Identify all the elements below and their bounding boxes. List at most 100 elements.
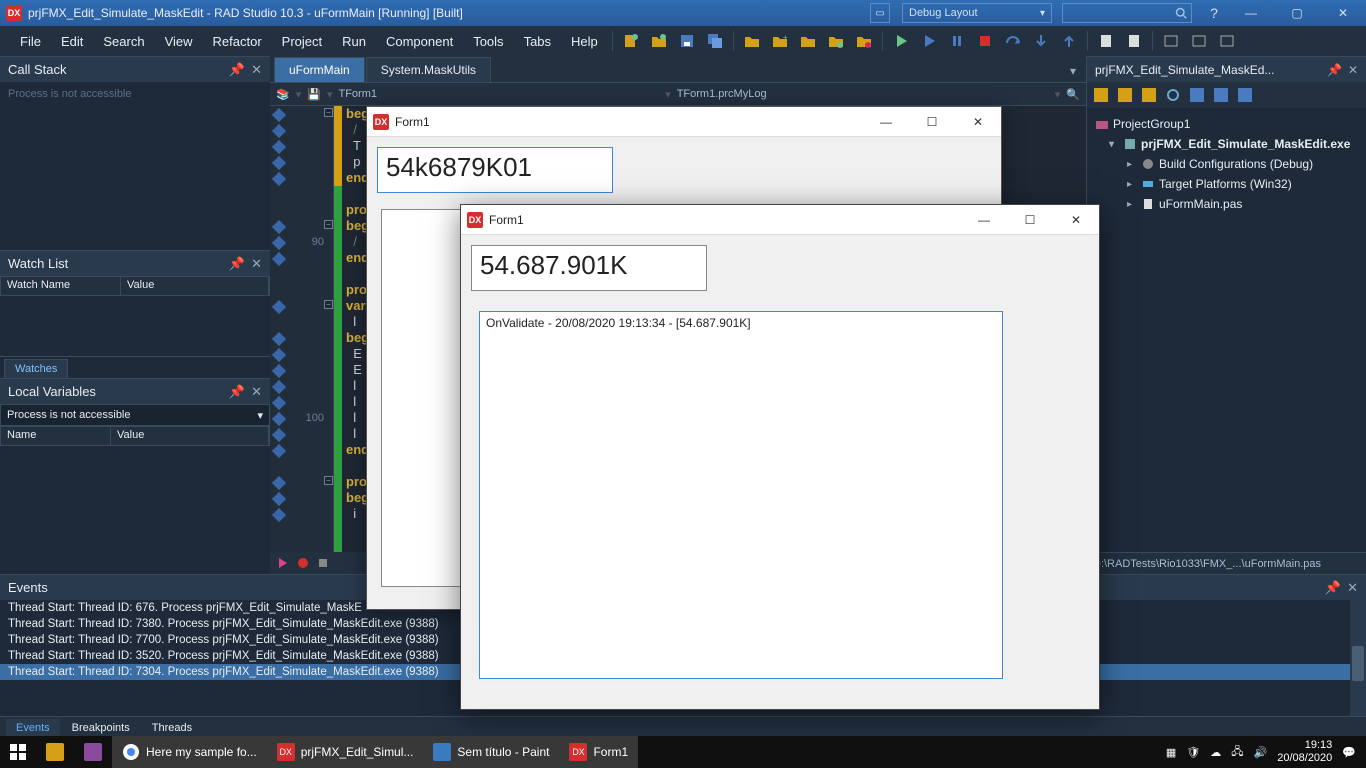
step-out-icon[interactable] [1057,29,1081,53]
menu-help[interactable]: Help [561,30,608,53]
form-b-memo[interactable]: OnValidate - 20/08/2020 19:13:34 - [54.6… [479,311,1003,679]
menu-file[interactable]: File [10,30,51,53]
menu-component[interactable]: Component [376,30,463,53]
tray-network-icon[interactable]: 🖧 [1231,743,1243,762]
menu-refactor[interactable]: Refactor [203,30,272,53]
maximize-button[interactable]: ☐ [909,107,955,137]
search-icon[interactable]: 🔍 [1066,88,1080,101]
minimize-button[interactable]: — [863,107,909,137]
step-into-icon[interactable] [1029,29,1053,53]
nav-back-icon[interactable]: 📚 [276,88,290,101]
win2-icon[interactable] [1187,29,1211,53]
tree-projectgroup[interactable]: ProjectGroup1 [1091,114,1362,134]
win3-icon[interactable] [1215,29,1239,53]
menu-tabs[interactable]: Tabs [514,30,561,53]
tabs-chevron-down-icon[interactable]: ▾ [1060,60,1086,82]
pin-icon[interactable]: 📌 [229,62,245,78]
doc2-icon[interactable] [1122,29,1146,53]
desktop-icon[interactable]: ▭ [870,3,890,23]
notifications-icon[interactable]: 💬 [1342,746,1356,759]
crumb-class[interactable]: TForm1 [338,88,377,100]
tab-breakpoints[interactable]: Breakpoints [62,719,140,737]
close-button[interactable]: ✕ [955,107,1001,137]
close-icon[interactable]: ✕ [1348,63,1358,77]
close-icon[interactable]: ✕ [251,62,262,78]
minimize-button[interactable]: — [1228,0,1274,26]
new-items-icon[interactable] [619,29,643,53]
menu-edit[interactable]: Edit [51,30,93,53]
system-tray[interactable]: ▦ 🛡 ☁ 🖧 🔊 19:13 20/08/2020 💬 [1166,739,1366,765]
chrome-taskbar[interactable]: Here my sample fo... [112,736,267,768]
doc-icon[interactable] [1094,29,1118,53]
form-a-titlebar[interactable]: DX Form1 — ☐ ✕ [367,107,1001,137]
minimize-button[interactable]: — [961,205,1007,235]
localvars-col-value[interactable]: Value [111,427,269,445]
step-over-icon[interactable] [1001,29,1025,53]
maximize-button[interactable]: ▢ [1274,0,1320,26]
proj-remove-icon[interactable] [1139,85,1159,105]
play-icon[interactable] [276,556,290,570]
ide-search-box[interactable] [1062,3,1192,23]
start-button[interactable] [0,736,36,768]
explorer-taskbar[interactable] [36,736,74,768]
form1-taskbar[interactable]: DX Form1 [559,736,638,768]
watch-col-value[interactable]: Value [121,277,269,295]
maximize-button[interactable]: ☐ [1007,205,1053,235]
proj-new-icon[interactable] [1091,85,1111,105]
tree-target[interactable]: ▸ Target Platforms (Win32) [1091,174,1362,194]
close-icon[interactable]: ✕ [1347,580,1358,596]
localvars-process-selector[interactable]: Process is not accessible ▾ [0,404,270,426]
winrar-taskbar[interactable] [74,736,112,768]
close-button[interactable]: ✕ [1320,0,1366,26]
add-project-icon[interactable]: + [768,29,792,53]
form-a-edit[interactable]: 54k6879K01 [377,147,613,193]
tab-events[interactable]: Events [6,719,60,737]
tab-maskutils[interactable]: System.MaskUtils [366,57,491,82]
open-icon[interactable] [647,29,671,53]
tree-build-config[interactable]: ▸ Build Configurations (Debug) [1091,154,1362,174]
tray-shield-icon[interactable]: 🛡 [1186,746,1200,759]
proj-build-icon[interactable] [1187,85,1207,105]
tab-uformmain[interactable]: uFormMain [274,57,365,82]
taskbar-clock[interactable]: 19:13 20/08/2020 [1277,739,1332,765]
win1-icon[interactable] [1159,29,1183,53]
tree-exe[interactable]: ▾ prjFMX_Edit_Simulate_MaskEdit.exe [1091,134,1362,154]
proj-collapse-icon[interactable] [1235,85,1255,105]
paint-taskbar[interactable]: Sem título - Paint [423,736,559,768]
run-no-debug-icon[interactable] [917,29,941,53]
crumb-method[interactable]: TForm1.prcMyLog [677,88,767,100]
tray-volume-icon[interactable]: 🔊 [1254,746,1268,759]
rad-taskbar[interactable]: DX prjFMX_Edit_Simul... [267,736,424,768]
pin-icon[interactable]: 📌 [1325,580,1341,596]
stop-icon[interactable] [973,29,997,53]
record-icon[interactable] [296,556,310,570]
save-all-icon[interactable] [703,29,727,53]
menu-view[interactable]: View [155,30,203,53]
proj-add-icon[interactable] [1115,85,1135,105]
localvars-col-name[interactable]: Name [1,427,111,445]
tray-onedrive-icon[interactable]: ☁ [1210,746,1221,759]
tab-threads[interactable]: Threads [142,719,202,737]
pause-icon[interactable] [945,29,969,53]
tree-unit[interactable]: ▸ uFormMain.pas [1091,194,1362,214]
pin-icon[interactable]: 📌 [229,384,245,400]
tray-nvidia-icon[interactable]: ▦ [1166,746,1176,759]
proj-sync-icon[interactable] [1163,85,1183,105]
menu-run[interactable]: Run [332,30,376,53]
nav-save-icon[interactable]: 💾 [307,88,321,101]
folder-remove-icon[interactable] [852,29,876,53]
menu-project[interactable]: Project [272,30,332,53]
help-icon[interactable]: ? [1200,5,1228,21]
menu-tools[interactable]: Tools [463,30,513,53]
run-icon[interactable] [889,29,913,53]
folder-icon[interactable] [796,29,820,53]
events-scrollbar[interactable] [1350,600,1366,716]
watch-col-name[interactable]: Watch Name [1,277,121,295]
save-icon[interactable] [675,29,699,53]
watch-tab-watches[interactable]: Watches [4,359,68,378]
open-project-icon[interactable] [740,29,764,53]
form-b-titlebar[interactable]: DX Form1 — ☐ ✕ [461,205,1099,235]
close-icon[interactable]: ✕ [251,384,262,400]
pin-icon[interactable]: 📌 [1327,63,1342,77]
layout-selector[interactable]: Debug Layout ▾ [902,3,1052,23]
